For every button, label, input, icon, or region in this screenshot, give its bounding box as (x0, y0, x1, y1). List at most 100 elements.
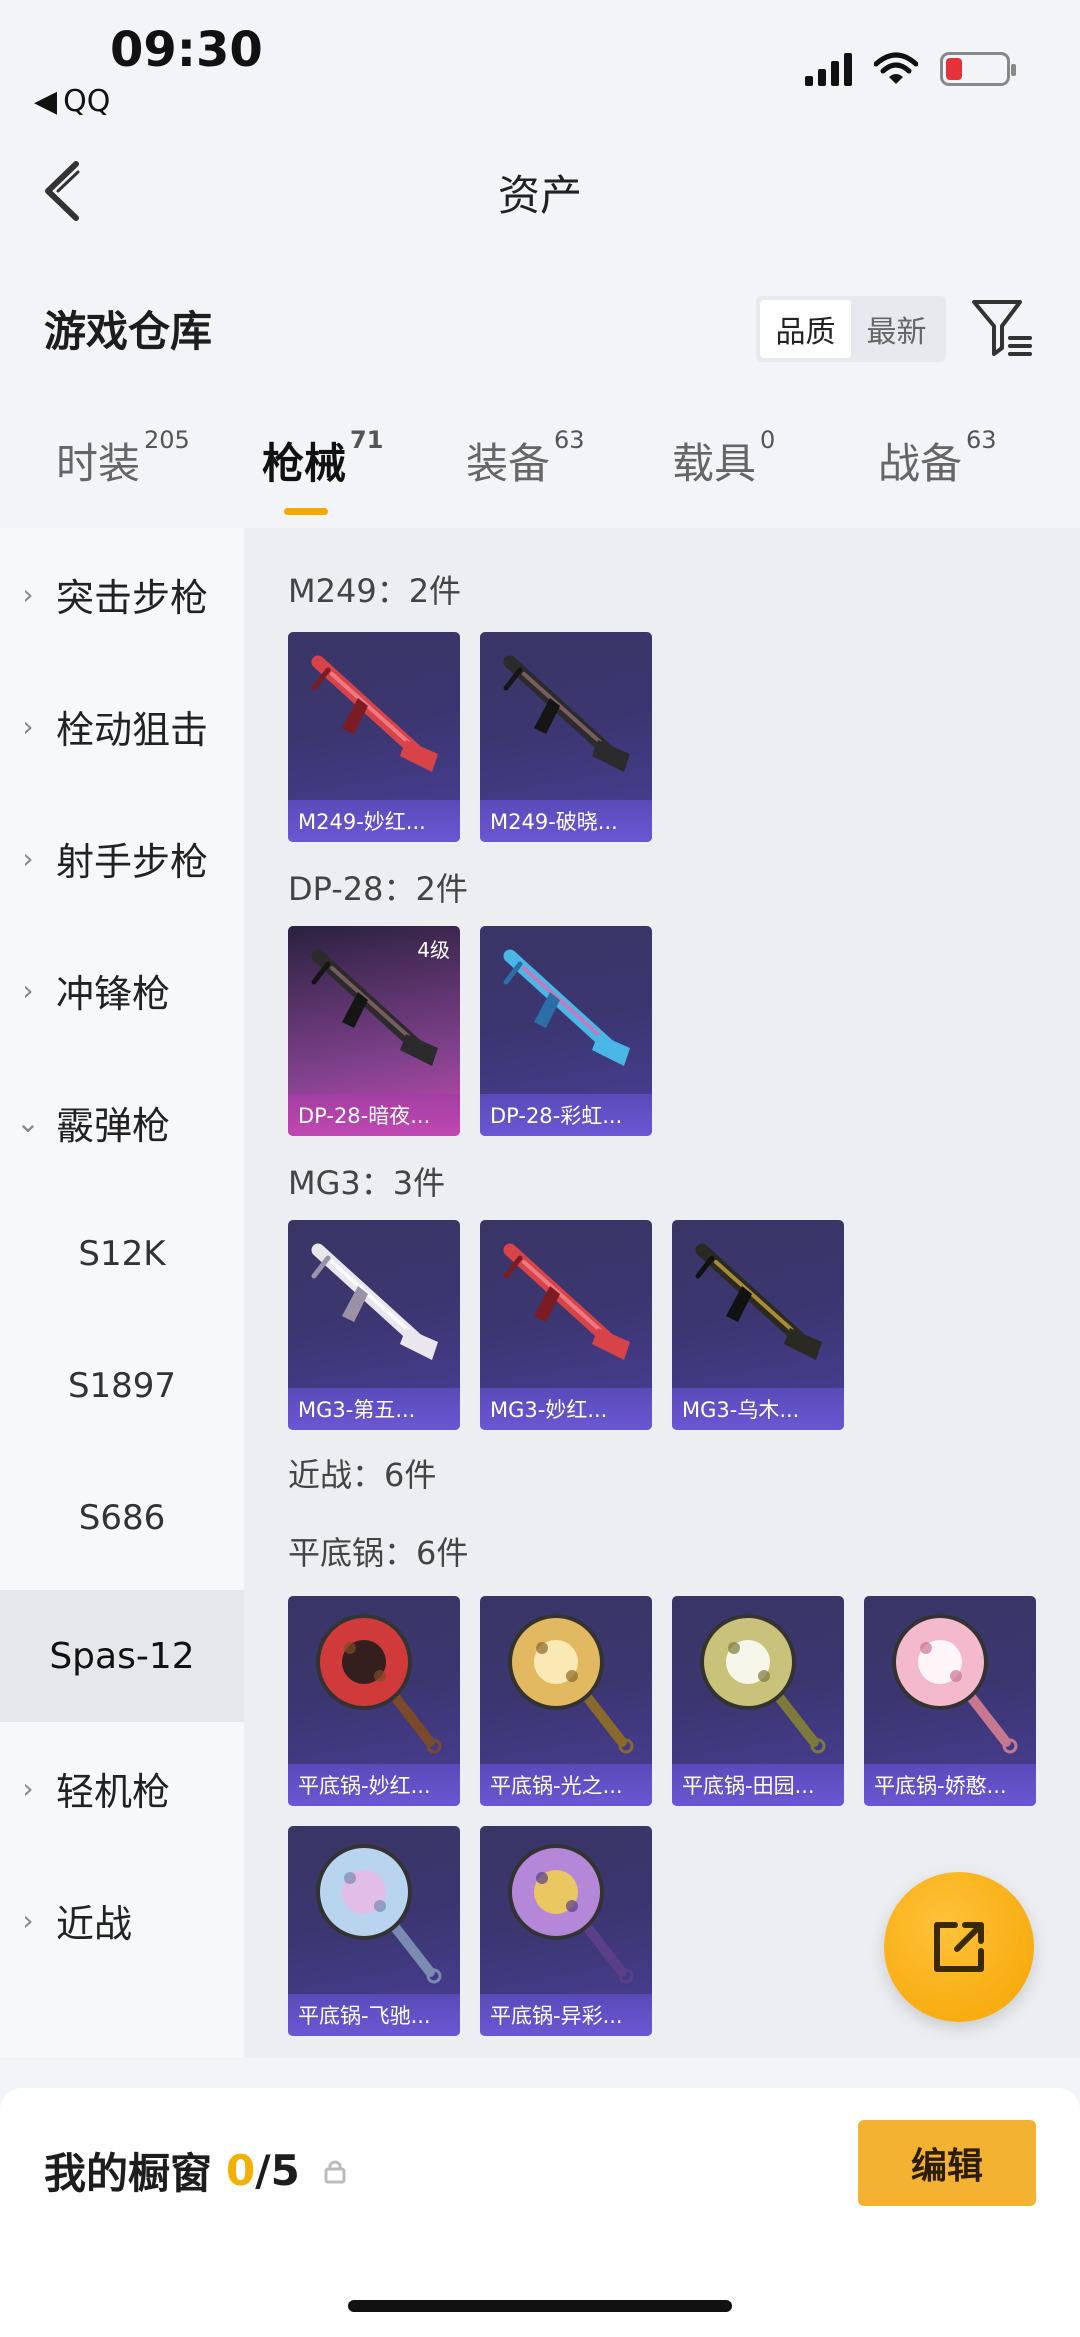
tab-count: 63 (966, 426, 997, 454)
item-card[interactable]: MG3-第五... (288, 1220, 460, 1430)
sidebar-item-label: 霰弹枪 (56, 1103, 171, 1148)
tab-label: 战备 (878, 439, 963, 488)
item-card[interactable]: DP-28-彩虹... (480, 926, 652, 1136)
tab-vehicles[interactable]: 载具 0 (672, 426, 775, 491)
gun-artwork (695, 1243, 822, 1360)
item-name: 平底锅-异彩... (480, 1994, 652, 2036)
tab-count: 71 (350, 426, 384, 454)
section-title: 游戏仓库 (44, 307, 213, 356)
item-list: M249：2件 M249-妙红... M249-破晓... DP-28：2件 4… (244, 528, 1080, 2058)
sidebar-item-marksman[interactable]: › 射手步枪 (0, 792, 244, 924)
item-card[interactable]: 平底锅-异彩... (480, 1826, 652, 2036)
item-card[interactable]: M249-破晓... (480, 632, 652, 842)
group-label-dp28: DP-28：2件 (288, 870, 468, 908)
pan-artwork (316, 1614, 442, 1754)
sidebar-item-melee[interactable]: › 近战 (0, 1854, 244, 1986)
item-card[interactable]: 平底锅-飞驰... (288, 1826, 460, 2036)
item-card[interactable]: 4级 DP-28-暗夜... (288, 926, 460, 1136)
group-label-melee: 近战：6件 (288, 1456, 437, 1494)
pan-artwork (700, 1614, 826, 1754)
tab-label: 枪械 (262, 439, 347, 488)
sidebar-item-label: 射手步枪 (56, 839, 209, 884)
item-name: M249-破晓... (480, 800, 652, 842)
item-card[interactable]: MG3-乌木... (672, 1220, 844, 1430)
gun-artwork (311, 1243, 438, 1360)
chevron-right-icon: › (22, 1771, 34, 1805)
sidebar-subitem-s686[interactable]: S686 (0, 1452, 244, 1584)
tab-fashion[interactable]: 时装 205 (56, 426, 190, 491)
sidebar-subitem-s1897[interactable]: S1897 (0, 1320, 244, 1452)
showcase-count: 0/5 (226, 2146, 300, 2195)
pan-artwork (892, 1614, 1018, 1754)
sidebar-subitem-spas12[interactable]: Spas-12 (0, 1590, 244, 1722)
signal-icon (805, 52, 852, 86)
chevron-right-icon: › (22, 1903, 34, 1937)
sidebar-item-shotgun[interactable]: ⌄ 霰弹枪 (0, 1056, 244, 1188)
group-label-pan: 平底锅：6件 (288, 1534, 469, 1572)
chevron-right-icon: › (22, 709, 34, 743)
lock-icon (324, 2160, 346, 2183)
chevron-down-icon: ⌄ (16, 1105, 40, 1139)
showcase-title: 我的橱窗 (44, 2149, 213, 2198)
group-label-mg3: MG3：3件 (288, 1164, 446, 1202)
item-name: M249-妙红... (288, 800, 460, 842)
showcase-used: 0 (226, 2146, 256, 2195)
tab-count: 63 (554, 426, 585, 454)
item-card[interactable]: 平底锅-妙红... (288, 1596, 460, 1806)
sort-latest-option[interactable]: 最新 (851, 300, 942, 358)
wifi-icon (874, 52, 918, 84)
page-title: 资产 (497, 171, 582, 220)
sidebar-item-label: 轻机枪 (56, 1769, 171, 1814)
sidebar-subitem-s12k[interactable]: S12K (0, 1188, 244, 1320)
item-name: MG3-妙红... (480, 1388, 652, 1430)
sidebar-item-label: 栓动狙击 (56, 707, 209, 752)
sidebar-item-label: 突击步枪 (56, 575, 209, 620)
item-card[interactable]: M249-妙红... (288, 632, 460, 842)
filter-icon[interactable] (970, 296, 1034, 360)
group-label-m249: M249：2件 (288, 572, 462, 610)
item-card[interactable]: 平底锅-光之... (480, 1596, 652, 1806)
gun-artwork (311, 655, 438, 772)
pan-artwork (508, 1614, 634, 1754)
item-name: DP-28-彩虹... (480, 1094, 652, 1136)
chevron-right-icon: › (22, 973, 34, 1007)
gun-artwork (503, 1243, 630, 1360)
showcase-label: 我的橱窗 0/5 (44, 2140, 348, 2201)
sort-toggle[interactable]: 品质 最新 (756, 296, 946, 362)
pan-artwork (316, 1844, 442, 1984)
item-name: 平底锅-娇憨... (864, 1764, 1036, 1806)
active-tab-indicator (284, 508, 328, 515)
item-name: MG3-第五... (288, 1388, 460, 1430)
share-button[interactable] (884, 1872, 1034, 2022)
status-icons (805, 52, 1016, 86)
chevron-right-icon: › (22, 841, 34, 875)
category-tabs: 时装 205 枪械 71 装备 63 载具 0 战备 63 (0, 426, 1080, 520)
tab-guns[interactable]: 枪械 71 (262, 426, 383, 491)
sidebar-item-lmg[interactable]: › 轻机枪 (0, 1722, 244, 1854)
edit-showcase-button[interactable]: 编辑 (858, 2120, 1036, 2206)
share-icon (934, 1922, 984, 1972)
weapon-type-sidebar: › 突击步枪 › 栓动狙击 › 射手步枪 › 冲锋枪 ⌄ 霰弹枪 S12K S1897 S… (0, 528, 244, 2058)
back-to-app-link[interactable]: ◀ QQ (34, 84, 110, 119)
sidebar-item-label: 冲锋枪 (56, 971, 171, 1016)
item-card[interactable]: MG3-妙红... (480, 1220, 652, 1430)
gun-artwork (503, 655, 630, 772)
battery-icon (940, 52, 1016, 86)
sidebar-item-bolt-sniper[interactable]: › 栓动狙击 (0, 660, 244, 792)
sidebar-item-label: 近战 (56, 1901, 133, 1946)
tab-label: 时装 (56, 439, 141, 488)
chevron-right-icon: › (22, 577, 34, 611)
tab-gear[interactable]: 战备 63 (878, 426, 997, 491)
tab-count: 205 (144, 426, 190, 454)
item-card[interactable]: 平底锅-田园... (672, 1596, 844, 1806)
status-time: 09:30 (110, 22, 263, 78)
sidebar-item-assault-rifle[interactable]: › 突击步枪 (0, 528, 244, 660)
item-name: 平底锅-飞驰... (288, 1994, 460, 2036)
sort-quality-option[interactable]: 品质 (760, 300, 851, 358)
tab-equipment[interactable]: 装备 63 (466, 426, 585, 491)
item-name: MG3-乌木... (672, 1388, 844, 1430)
item-name: 平底锅-妙红... (288, 1764, 460, 1806)
item-card[interactable]: 平底锅-娇憨... (864, 1596, 1036, 1806)
tab-label: 载具 (672, 439, 757, 488)
sidebar-item-smg[interactable]: › 冲锋枪 (0, 924, 244, 1056)
